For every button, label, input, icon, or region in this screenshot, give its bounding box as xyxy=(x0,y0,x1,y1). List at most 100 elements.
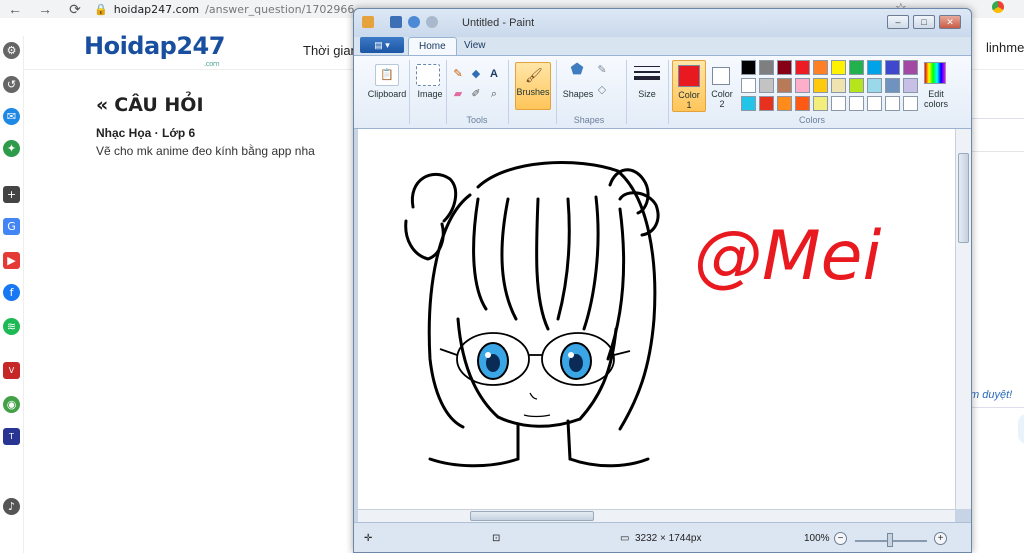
zoom-in-button[interactable]: + xyxy=(934,532,947,545)
palette-swatch[interactable] xyxy=(795,96,810,111)
palette-swatch[interactable] xyxy=(849,96,864,111)
maps-icon[interactable]: ◉ xyxy=(3,396,20,413)
brushes-button[interactable]: 🖌 Brushes xyxy=(515,62,551,110)
palette-swatch[interactable] xyxy=(741,78,756,93)
lock-icon: 🔒 xyxy=(94,2,108,16)
double-chevron-left-icon[interactable]: « xyxy=(96,94,108,116)
settings-icon[interactable]: ⚙ xyxy=(3,42,20,59)
color-picker-icon[interactable]: ✐ xyxy=(468,86,484,102)
palette-swatch[interactable] xyxy=(885,78,900,93)
fill-icon[interactable]: ◆ xyxy=(468,66,484,82)
select-icon[interactable] xyxy=(416,64,440,86)
palette-swatch[interactable] xyxy=(813,78,828,93)
size-lines-icon[interactable] xyxy=(634,64,660,86)
palette-swatch[interactable] xyxy=(759,60,774,75)
paste-icon[interactable]: 📋 xyxy=(375,64,399,86)
text-icon[interactable]: A xyxy=(486,66,502,82)
palette-swatch[interactable] xyxy=(741,96,756,111)
palette-swatch[interactable] xyxy=(849,78,864,93)
color2-button[interactable]: Color 2 xyxy=(708,60,738,112)
palette-swatch[interactable] xyxy=(867,78,882,93)
drawing-canvas[interactable]: @Mei xyxy=(358,129,956,509)
palette-swatch[interactable] xyxy=(831,78,846,93)
file-menu-button[interactable]: ▤ ▾ xyxy=(360,37,404,53)
shapes-icon[interactable]: ⬟ xyxy=(566,62,588,82)
palette-swatch[interactable] xyxy=(867,60,882,75)
vertical-scroll-thumb[interactable] xyxy=(958,153,969,243)
site-logo[interactable]: Hoidap247 .com xyxy=(84,32,225,68)
zoom-slider-thumb[interactable] xyxy=(887,533,893,547)
undo-icon[interactable] xyxy=(408,16,420,28)
edit-colors-button[interactable]: Edit colors xyxy=(916,89,956,109)
palette-swatch[interactable] xyxy=(759,96,774,111)
save-icon[interactable] xyxy=(390,16,402,28)
magnifier-icon[interactable]: ⌕ xyxy=(486,86,502,102)
maximize-button[interactable]: □ xyxy=(913,15,935,29)
reload-icon[interactable]: ⟳ xyxy=(60,1,90,18)
outline-icon[interactable]: ✎ xyxy=(594,62,610,78)
redo-icon[interactable] xyxy=(426,16,438,28)
translate-icon[interactable]: G xyxy=(3,218,20,235)
palette-swatch[interactable] xyxy=(795,60,810,75)
zoom-out-button[interactable]: − xyxy=(834,532,847,545)
color1-swatch xyxy=(678,65,700,87)
size-button[interactable]: Size xyxy=(630,89,664,99)
clipboard-button[interactable]: Clipboard xyxy=(362,89,412,99)
shapes-button[interactable]: Shapes xyxy=(558,89,598,99)
floating-button[interactable] xyxy=(1018,414,1024,444)
user-name[interactable]: linhmeim xyxy=(986,40,1024,55)
nav-item-time[interactable]: Thời gian xyxy=(303,43,358,58)
zoom-level: 100% xyxy=(804,533,830,544)
palette-swatch[interactable] xyxy=(885,60,900,75)
gamepad-icon[interactable]: ✦ xyxy=(3,140,20,157)
horizontal-scrollbar[interactable] xyxy=(358,509,955,522)
pencil-icon[interactable]: ✎ xyxy=(450,66,466,82)
color1-button[interactable]: Color 1 xyxy=(672,60,706,112)
horizontal-scroll-thumb[interactable] xyxy=(470,511,594,521)
add-icon[interactable]: + xyxy=(3,186,20,203)
back-icon[interactable]: ← xyxy=(0,1,30,17)
palette-swatch[interactable] xyxy=(885,96,900,111)
notification-bell-icon[interactable]: ♪ xyxy=(3,498,20,515)
palette-swatch[interactable] xyxy=(813,60,828,75)
eraser-icon[interactable]: ▰ xyxy=(450,86,466,102)
news-icon[interactable]: T xyxy=(3,428,20,445)
address-bar[interactable]: 🔒 hoidap247.com/answer_question/1702966 xyxy=(94,3,354,16)
palette-swatch[interactable] xyxy=(741,60,756,75)
palette-swatch[interactable] xyxy=(813,96,828,111)
canvas-area: @Mei xyxy=(354,129,971,522)
color1-label: Color xyxy=(678,90,700,100)
close-button[interactable]: ✕ xyxy=(939,15,961,29)
minimize-button[interactable]: – xyxy=(887,15,909,29)
palette-swatch[interactable] xyxy=(777,60,792,75)
forward-icon[interactable]: → xyxy=(30,1,60,17)
image-button[interactable]: Image xyxy=(410,89,450,99)
palette-swatch[interactable] xyxy=(759,78,774,93)
palette-swatch[interactable] xyxy=(831,96,846,111)
paint-titlebar[interactable]: Untitled - Paint – □ ✕ xyxy=(354,9,971,37)
vertical-scrollbar[interactable] xyxy=(955,129,971,509)
extension-icon[interactable] xyxy=(992,1,1004,13)
facebook-icon[interactable]: f xyxy=(3,284,20,301)
status-bar: ✛ ⊡ ▭ 3232 × 1744px 100% − + xyxy=(354,522,971,552)
youtube-icon[interactable]: ▶ xyxy=(3,252,20,269)
tab-view[interactable]: View xyxy=(454,37,496,55)
history-icon[interactable]: ↺ xyxy=(3,76,20,93)
palette-swatch[interactable] xyxy=(867,96,882,111)
palette-swatch[interactable] xyxy=(777,96,792,111)
messenger-icon[interactable]: ✉ xyxy=(3,108,20,125)
palette-swatch[interactable] xyxy=(795,78,810,93)
edit-colors-icon[interactable] xyxy=(924,62,946,84)
palette-swatch[interactable] xyxy=(849,60,864,75)
color1-number: 1 xyxy=(686,100,692,110)
question-heading-text: CÂU HỎI xyxy=(114,94,204,116)
spotify-icon[interactable]: ≋ xyxy=(3,318,20,335)
palette-swatch[interactable] xyxy=(903,60,918,75)
color2-number: 2 xyxy=(719,99,725,109)
palette-swatch[interactable] xyxy=(831,60,846,75)
brush-icon: 🖌 xyxy=(525,67,543,83)
vtv-icon[interactable]: V xyxy=(3,362,20,379)
paint-app-icon[interactable] xyxy=(362,16,374,28)
palette-swatch[interactable] xyxy=(777,78,792,93)
tab-home[interactable]: Home xyxy=(408,37,457,55)
